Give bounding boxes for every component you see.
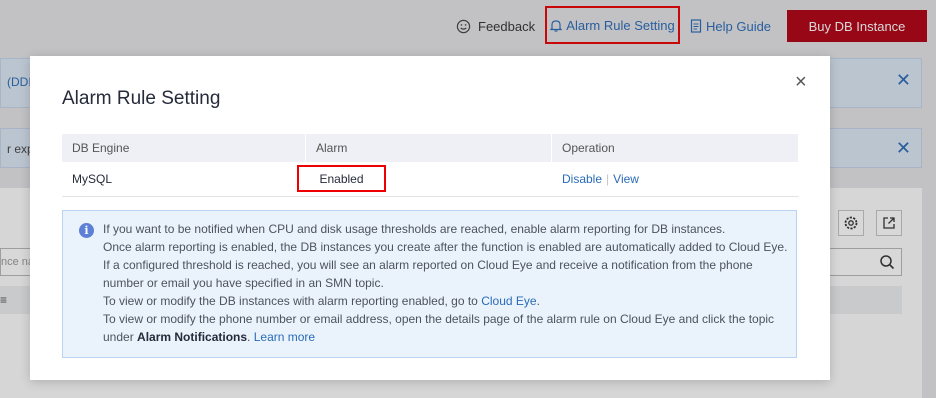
db-engine-cell: MySQL <box>72 172 113 186</box>
table-header: DB Engine Alarm Operation <box>62 134 799 162</box>
alarm-status-cell: Enabled <box>297 165 386 192</box>
view-link[interactable]: View <box>613 172 639 186</box>
operation-cell: Disable | View <box>552 162 799 196</box>
info-line: To view or modify the DB instances with … <box>103 292 788 310</box>
column-header-alarm: Alarm <box>306 134 552 162</box>
dialog-title: Alarm Rule Setting <box>62 88 221 109</box>
table-row: MySQL Enabled Disable | View <box>62 162 799 197</box>
info-line: Once alarm reporting is enabled, the DB … <box>103 240 788 290</box>
column-header-operation: Operation <box>552 134 799 162</box>
info-line: To view or modify the phone number or em… <box>103 310 788 346</box>
disable-link[interactable]: Disable <box>562 172 602 186</box>
info-notice: i If you want to be notified when CPU an… <box>62 210 797 358</box>
info-text-segment: To view or modify the DB instances with … <box>103 294 482 308</box>
info-text: If you want to be notified when CPU and … <box>103 220 788 346</box>
learn-more-link[interactable]: Learn more <box>254 330 315 344</box>
close-icon[interactable]: × <box>795 72 807 92</box>
alarm-rule-dialog: × Alarm Rule Setting DB Engine Alarm Ope… <box>30 56 830 380</box>
info-text-segment: . <box>536 294 540 308</box>
link-divider: | <box>606 172 610 186</box>
info-text-segment: . <box>247 330 254 344</box>
alarm-rule-table: DB Engine Alarm Operation MySQL Enabled … <box>62 134 799 197</box>
cloud-eye-link[interactable]: Cloud Eye <box>481 294 536 308</box>
info-line: If you want to be notified when CPU and … <box>103 222 726 236</box>
info-icon: i <box>79 223 94 238</box>
column-header-db-engine: DB Engine <box>62 134 306 162</box>
alarm-notifications-label: Alarm Notifications <box>137 330 248 344</box>
